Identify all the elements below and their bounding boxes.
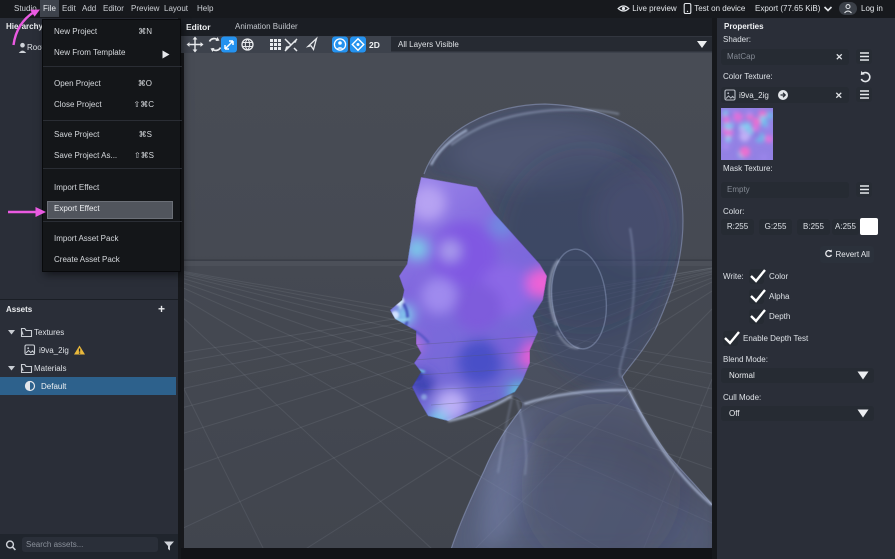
svg-text:Textures: Textures [34, 328, 64, 337]
svg-text:All Layers Visible: All Layers Visible [398, 40, 459, 49]
svg-text:i9va_2ig: i9va_2ig [739, 91, 769, 100]
svg-text:Default: Default [41, 382, 67, 391]
svg-text:Materials: Materials [34, 364, 66, 373]
svg-text:✕: ✕ [835, 91, 843, 101]
svg-text:i9va_2ig: i9va_2ig [39, 346, 69, 355]
svg-text:2D: 2D [369, 40, 380, 50]
